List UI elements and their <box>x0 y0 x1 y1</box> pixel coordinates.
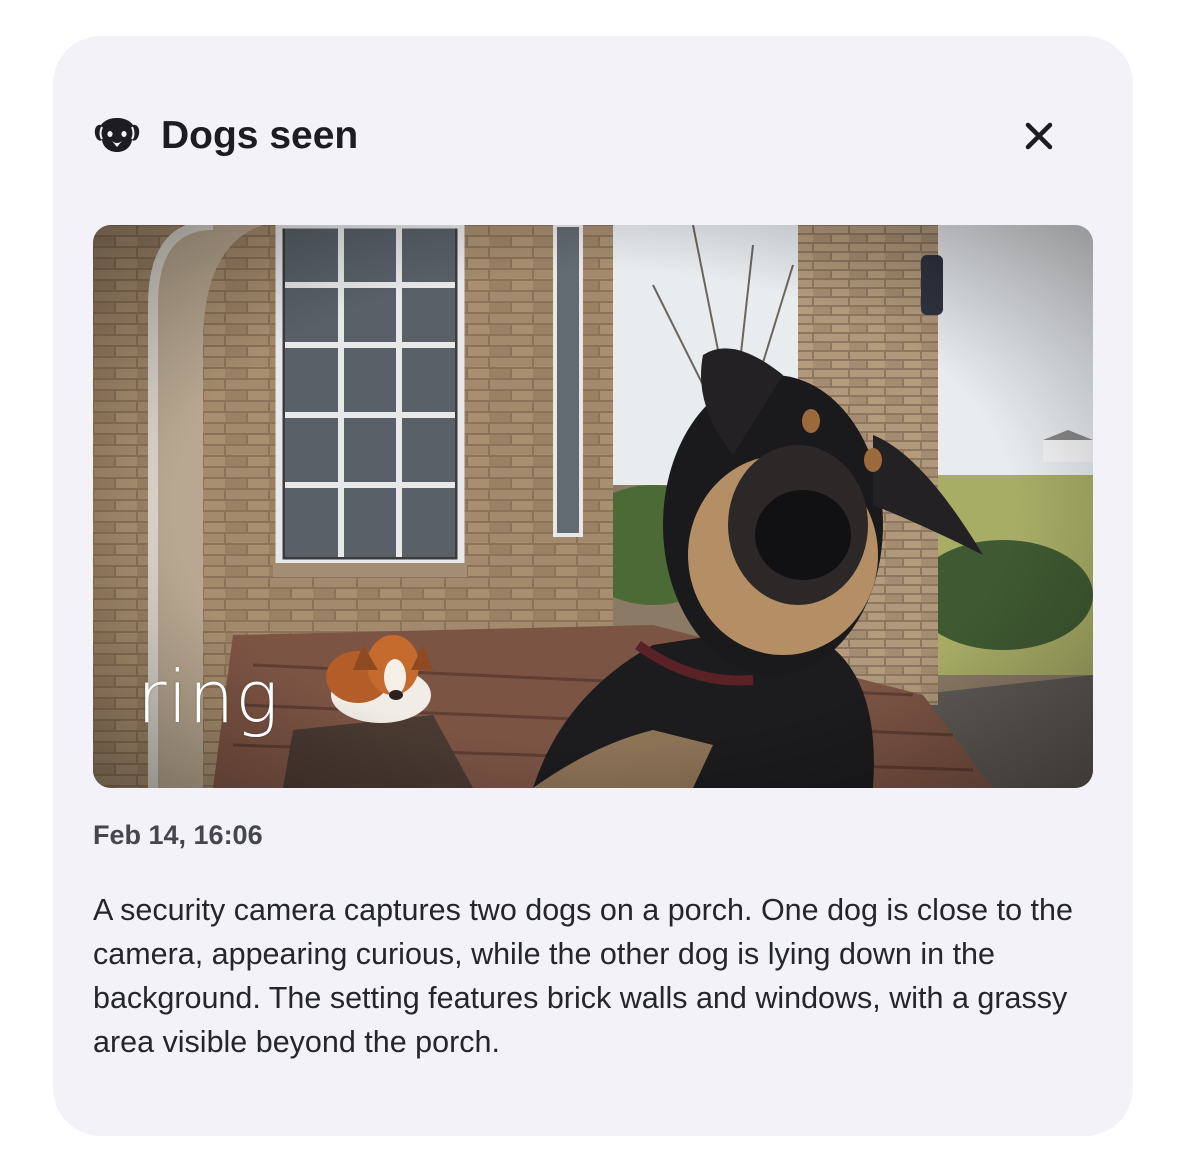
event-timestamp: Feb 14, 16:06 <box>93 820 263 850</box>
notification-card: Dogs seen ring Feb 14, 16:06 A security … <box>53 36 1133 1136</box>
event-description: A security camera captures two dogs on a… <box>93 893 1073 1059</box>
dog-face-icon <box>94 118 140 152</box>
close-icon[interactable] <box>1021 118 1057 154</box>
ring-watermark: ring <box>137 655 280 739</box>
notification-title: Dogs seen <box>161 114 359 157</box>
notification-header: Dogs seen <box>93 110 1093 162</box>
camera-snapshot[interactable]: ring <box>93 225 1093 788</box>
